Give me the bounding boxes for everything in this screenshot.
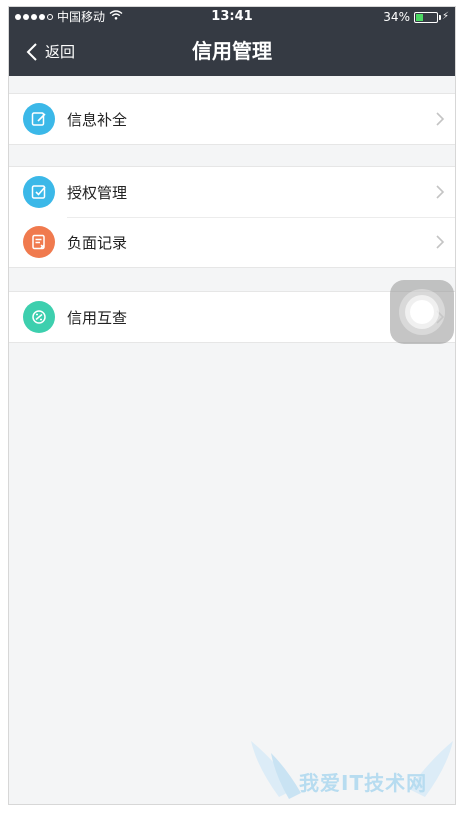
group-info: 信息补全 — [9, 93, 455, 145]
status-bar: 中国移动 13:41 34% ⚡ — [9, 7, 455, 27]
chevron-right-icon — [436, 185, 445, 199]
page-title: 信用管理 — [192, 39, 272, 63]
top-bar: 中国移动 13:41 34% ⚡ 返回 信用管理 — [9, 7, 455, 76]
item-label: 负面记录 — [67, 233, 128, 252]
chevron-right-icon — [436, 235, 445, 249]
record-icon — [23, 226, 55, 258]
group-mutual: 信用互查 — [9, 291, 455, 343]
watermark-logo: 我爱IT技术网 — [249, 737, 455, 803]
chevron-right-icon — [436, 112, 445, 126]
charging-icon: ⚡ — [441, 11, 449, 22]
app-screen: 中国移动 13:41 34% ⚡ 返回 信用管理 信息补全 授权管理 负面记录 … — [9, 7, 455, 804]
list-item-mutual-check[interactable]: 信用互查 — [9, 292, 455, 342]
group-auth: 授权管理 负面记录 — [9, 166, 455, 268]
item-label: 授权管理 — [67, 183, 128, 202]
battery-icon — [413, 11, 441, 23]
exchange-icon — [23, 301, 55, 333]
list-item-negative-records[interactable]: 负面记录 — [9, 217, 455, 267]
assistive-touch-button[interactable] — [390, 280, 454, 344]
status-right: 34% ⚡ — [383, 7, 449, 27]
checkbox-icon — [23, 176, 55, 208]
item-label: 信息补全 — [67, 110, 128, 129]
item-label: 信用互查 — [67, 308, 128, 327]
battery-percent: 34% — [383, 10, 410, 24]
edit-icon — [23, 103, 55, 135]
watermark-text: 我爱IT技术网 — [299, 771, 428, 795]
list-item-info-complete[interactable]: 信息补全 — [9, 94, 455, 144]
nav-bar: 返回 信用管理 — [9, 27, 455, 76]
list-item-authorization[interactable]: 授权管理 — [9, 167, 455, 217]
